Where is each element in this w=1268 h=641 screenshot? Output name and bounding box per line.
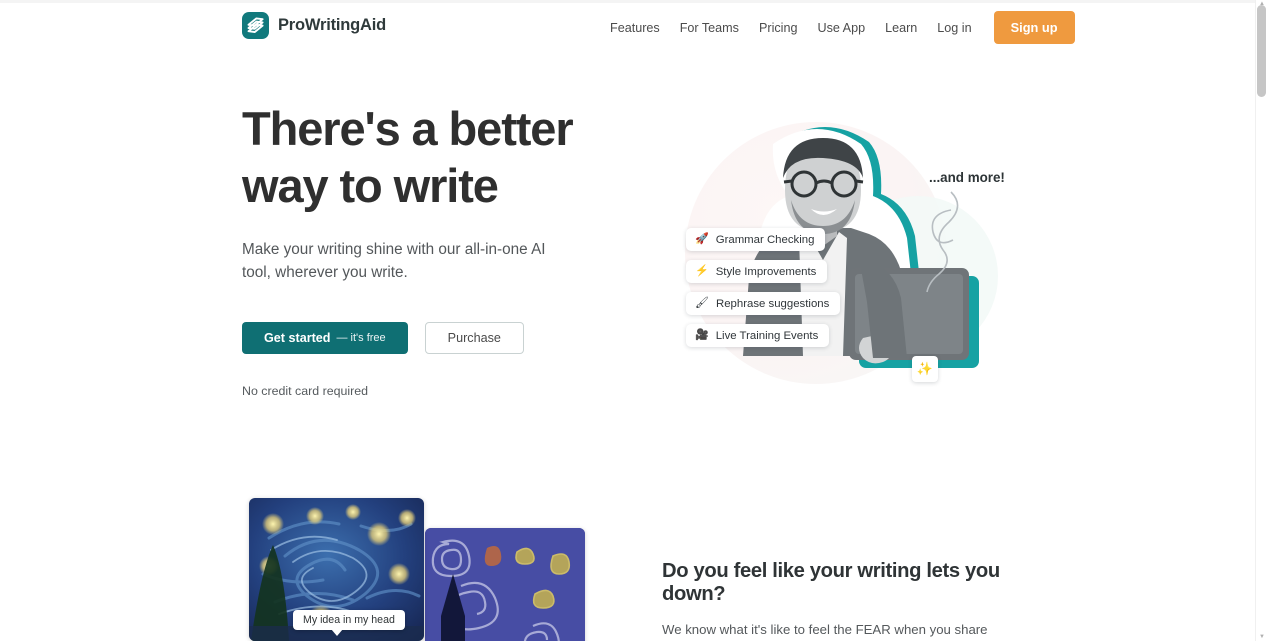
paintbrush-icon: 🖌 — [695, 297, 709, 309]
site-header: ProWritingAid Features For Teams Pricing… — [0, 3, 1256, 48]
nav-item-pricing[interactable]: Pricing — [749, 13, 808, 43]
nav-item-log-in[interactable]: Log in — [927, 13, 981, 43]
brand-name: ProWritingAid — [278, 16, 387, 34]
page-viewport: ProWritingAid Features For Teams Pricing… — [0, 0, 1256, 641]
crude-drawing-image — [425, 528, 585, 641]
no-credit-card-note: No credit card required — [242, 384, 369, 398]
page-scrollbar[interactable]: ▲ ▼ — [1255, 0, 1268, 641]
scrollbar-down-arrow-icon[interactable]: ▼ — [1256, 633, 1268, 641]
feature-chip-list: 🚀 Grammar Checking ⚡ Style Improvements … — [686, 228, 841, 347]
feature-chip-label: Style Improvements — [715, 265, 817, 278]
get-started-button[interactable]: Get started — it's free — [242, 322, 408, 354]
hero-title-line-2: way to write — [242, 159, 499, 212]
feature-chip-live-training-events[interactable]: 🎥 Live Training Events — [686, 324, 830, 347]
hero-title-line-1: There's a better — [242, 102, 574, 155]
brand-logo-link[interactable]: ProWritingAid — [242, 12, 386, 39]
lower-section-body: We know what it's like to feel the FEAR … — [662, 622, 988, 637]
get-started-sublabel: — it's free — [336, 332, 386, 344]
lower-section-title: Do you feel like your writing lets you d… — [662, 560, 1000, 605]
scrollbar-thumb[interactable] — [1257, 5, 1266, 97]
feature-chip-label: Rephrase suggestions — [715, 297, 830, 310]
and-more-label: ...and more! — [929, 170, 1005, 185]
prowritingaid-logo-icon — [242, 12, 269, 39]
hero-illustration: ...and more! 🚀 Grammar Checking ⚡ Style … — [663, 108, 1023, 388]
comparison-illustration: My idea in my head — [249, 498, 589, 641]
main-navigation: Features For Teams Pricing Use App Learn… — [600, 11, 1075, 44]
nav-item-for-teams[interactable]: For Teams — [670, 13, 749, 43]
idea-tooltip: My idea in my head — [293, 610, 405, 636]
nav-item-features[interactable]: Features — [600, 13, 670, 43]
hero-actions: Get started — it's free Purchase — [242, 322, 622, 354]
sign-up-button[interactable]: Sign up — [993, 11, 1075, 44]
lower-section-copy: Do you feel like your writing lets you d… — [662, 560, 1032, 641]
nav-item-learn[interactable]: Learn — [875, 13, 927, 43]
purchase-button[interactable]: Purchase — [424, 322, 524, 354]
page-title: There's a better way to write — [242, 100, 622, 214]
lightning-bolt-icon: ⚡ — [695, 265, 709, 277]
get-started-label: Get started — [264, 331, 331, 345]
sparkles-icon: ✨ — [912, 356, 938, 382]
feature-chip-label: Grammar Checking — [715, 233, 815, 246]
feature-chip-grammar-checking[interactable]: 🚀 Grammar Checking — [686, 228, 826, 251]
rocket-icon: 🚀 — [695, 233, 709, 245]
hero-copy: There's a better way to write Make your … — [242, 100, 622, 398]
feature-chip-label: Live Training Events — [715, 329, 819, 342]
feature-chip-rephrase-suggestions[interactable]: 🖌 Rephrase suggestions — [686, 292, 841, 315]
hero-subtitle: Make your writing shine with our all-in-… — [242, 241, 546, 281]
feature-chip-style-improvements[interactable]: ⚡ Style Improvements — [686, 260, 828, 283]
nav-item-use-app[interactable]: Use App — [807, 13, 875, 43]
movie-camera-icon: 🎥 — [695, 329, 709, 341]
